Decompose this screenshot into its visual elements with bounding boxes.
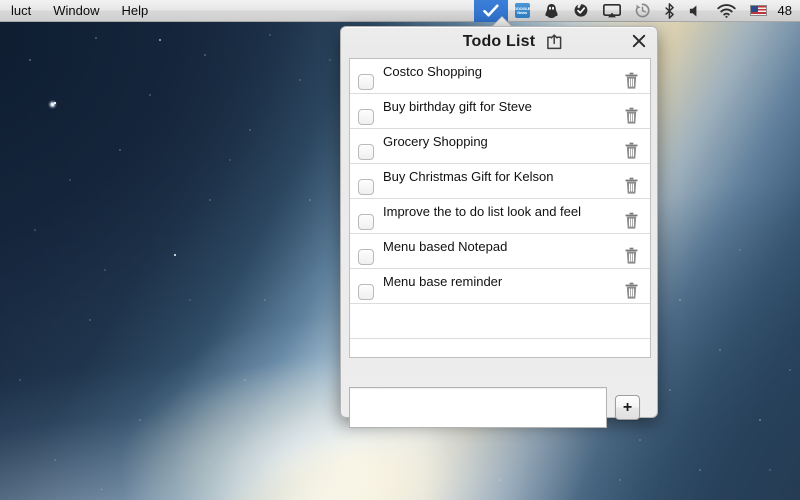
todo-label: Buy Christmas Gift for Kelson [383, 169, 554, 184]
todo-label: Menu based Notepad [383, 239, 508, 254]
bright-star [48, 100, 57, 109]
todo-label: Grocery Shopping [383, 134, 488, 149]
popover-body: Todo List Costco Shopping Buy birthday g… [340, 26, 658, 428]
add-todo-button[interactable]: + [615, 395, 640, 420]
menu-help[interactable]: Help [110, 0, 159, 22]
trash-icon[interactable] [624, 282, 639, 300]
todo-checkbox[interactable] [358, 144, 374, 160]
wifi-glyph [716, 3, 736, 18]
volume-icon[interactable] [682, 0, 710, 22]
menu-bar: luct Window Help GOOGLE News 48 [0, 0, 800, 22]
volume-glyph [689, 5, 696, 16]
todo-label: Costco Shopping [383, 64, 483, 79]
qq-penguin-icon[interactable] [537, 0, 566, 22]
time-machine-glyph [635, 3, 650, 18]
table-row[interactable]: Menu base reminder [350, 269, 650, 304]
bluetooth-icon[interactable] [657, 0, 682, 22]
table-row[interactable]: Buy Christmas Gift for Kelson [350, 164, 650, 199]
bluetooth-glyph [664, 2, 674, 19]
new-todo-row: + [349, 387, 651, 428]
todo-checkbox[interactable] [358, 214, 374, 230]
todo-checkbox[interactable] [358, 249, 374, 265]
todo-checkbox[interactable] [358, 284, 374, 300]
share-export-icon[interactable] [546, 34, 563, 50]
menu-bar-left: luct Window Help [0, 0, 159, 22]
wifi-icon[interactable] [710, 0, 743, 22]
todo-checkbox[interactable] [358, 109, 374, 125]
close-glyph [632, 34, 646, 48]
table-row[interactable]: Grocery Shopping [350, 129, 650, 164]
share-export-glyph [547, 34, 562, 50]
todo-list[interactable]: Costco Shopping Buy birthday gift for St… [349, 58, 651, 358]
dropbox-glyph [574, 4, 587, 17]
trash-icon[interactable] [624, 212, 639, 230]
checkmark-glyph [482, 4, 499, 17]
menu-window[interactable]: Window [42, 0, 110, 22]
menu-bar-status-area: GOOGLE News 48 [473, 0, 800, 22]
todo-label: Improve the to do list look and feel [383, 204, 582, 219]
qq-penguin-glyph [544, 3, 558, 18]
menu-product[interactable]: luct [0, 0, 42, 22]
page-title: Todo List [462, 33, 536, 50]
todo-label: Menu base reminder [383, 274, 503, 289]
menu-bar-clock[interactable]: 48 [774, 3, 800, 18]
trash-icon[interactable] [624, 247, 639, 265]
us-flag-glyph [749, 5, 767, 16]
table-row[interactable]: Costco Shopping [350, 59, 650, 94]
close-icon[interactable] [629, 31, 649, 51]
dropbox-icon[interactable] [566, 0, 596, 22]
todo-label: Buy birthday gift for Steve [383, 99, 532, 114]
table-row-empty[interactable] [350, 339, 650, 357]
trash-icon[interactable] [624, 177, 639, 195]
us-flag-icon[interactable] [743, 0, 774, 22]
table-row[interactable]: Improve the to do list look and feel [350, 199, 650, 234]
table-row-empty[interactable] [350, 304, 650, 339]
todo-checkbox[interactable] [358, 74, 374, 90]
airplay-glyph [602, 3, 621, 17]
trash-icon[interactable] [624, 72, 639, 90]
new-todo-input[interactable] [349, 387, 607, 428]
google-news-line2: News [517, 9, 527, 15]
google-news-glyph: GOOGLE News [514, 3, 530, 18]
popover-header: Todo List [341, 27, 657, 57]
table-row[interactable]: Menu based Notepad [350, 234, 650, 269]
trash-icon[interactable] [624, 142, 639, 160]
todo-checkbox[interactable] [358, 179, 374, 195]
trash-icon[interactable] [624, 107, 639, 125]
airplay-icon[interactable] [596, 0, 628, 22]
table-row[interactable]: Buy birthday gift for Steve [350, 94, 650, 129]
time-machine-icon[interactable] [628, 0, 657, 22]
todo-list-popover: Todo List Costco Shopping Buy birthday g… [340, 17, 658, 428]
